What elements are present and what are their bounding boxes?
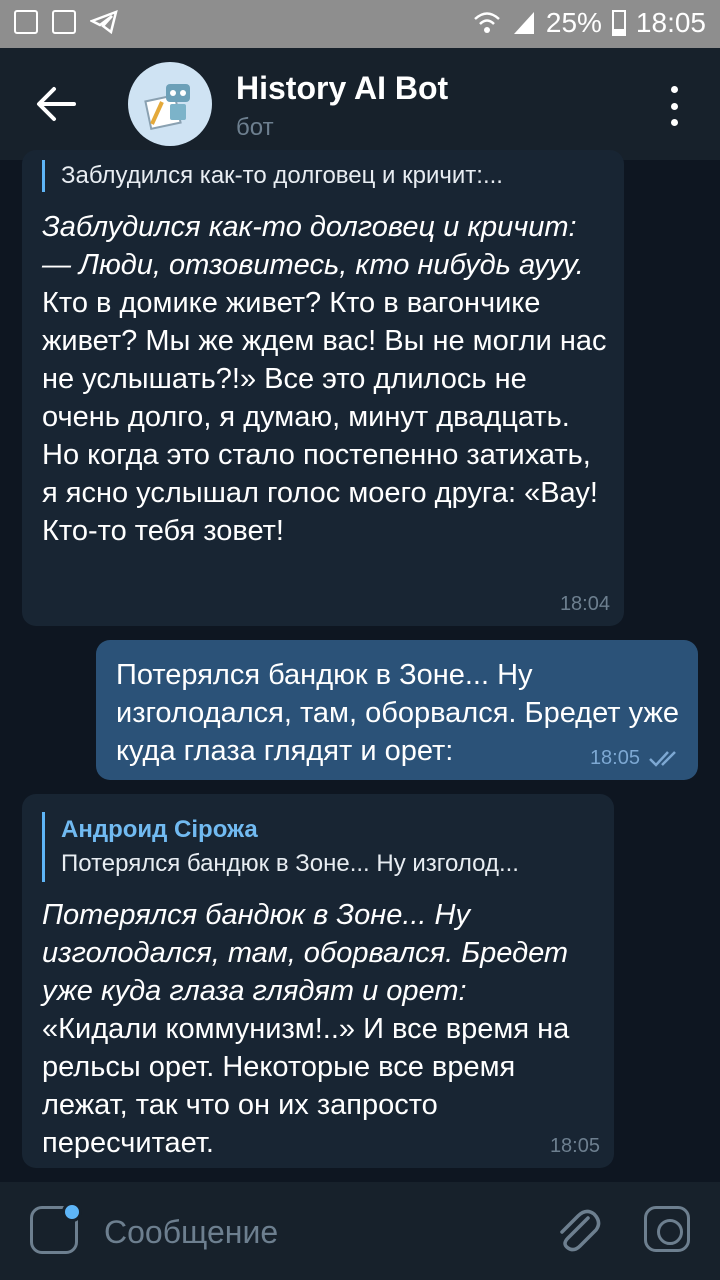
- reply-preview-text: Потерялся бандюк в Зоне... Ну изголод...: [61, 850, 519, 877]
- new-sticker-badge: [62, 1202, 82, 1222]
- robot-icon: [144, 84, 190, 130]
- attach-paperclip-icon[interactable]: [552, 1204, 602, 1254]
- message-time-label: 18:05: [589, 747, 640, 769]
- double-check-icon: [649, 750, 676, 767]
- camera-icon[interactable]: [644, 1206, 690, 1252]
- message-body: Кто в домике живет? Кто в вагончике живе…: [42, 287, 607, 547]
- status-bar: 25% 18:05: [0, 0, 720, 48]
- incoming-message[interactable]: Заблудился как-то долговец и кричит:... …: [22, 150, 624, 626]
- reply-author: Андроид Сірожа: [61, 816, 258, 843]
- android-notification-icon: [52, 10, 76, 34]
- reply-preview[interactable]: Заблудился как-то долговец и кричит:...: [42, 160, 604, 192]
- wifi-icon: [474, 12, 500, 33]
- message-text: Заблудился как-то долговец и кричит: — Л…: [42, 208, 608, 550]
- message-input[interactable]: Сообщение: [104, 1214, 278, 1251]
- battery-icon: [611, 10, 626, 36]
- message-input-bar: Сообщение: [0, 1182, 720, 1280]
- message-time: 18:05: [590, 747, 682, 770]
- signal-icon: [513, 12, 534, 34]
- system-status: 25% 18:05: [472, 7, 706, 39]
- chat-subtitle: бот: [236, 114, 274, 141]
- message-time: 18:05: [549, 1135, 600, 1157]
- bot-avatar[interactable]: [128, 62, 212, 146]
- battery-percent: 25%: [545, 7, 602, 38]
- more-menu-icon[interactable]: [668, 86, 680, 126]
- telegram-notification-icon: [90, 10, 118, 34]
- reply-preview[interactable]: Андроид Сірожа Потерялся бандюк в Зоне..…: [42, 812, 594, 882]
- reply-preview-text: Заблудился как-то долговец и кричит:...: [61, 162, 503, 189]
- back-arrow-icon[interactable]: [34, 84, 78, 124]
- chat-header: History AI Bot бот: [0, 48, 720, 160]
- outgoing-message[interactable]: Потерялся бандюк в Зоне... Ну изголодалс…: [96, 640, 698, 780]
- clock: 18:05: [635, 7, 706, 38]
- message-time: 18:04: [559, 593, 610, 615]
- quoted-italic-text: Заблудился как-то долговец и кричит: — Л…: [42, 211, 584, 281]
- incoming-message[interactable]: Андроид Сірожа Потерялся бандюк в Зоне..…: [22, 794, 614, 1168]
- chat-title[interactable]: History AI Bot: [236, 70, 448, 107]
- gallery-notification-icon: [14, 10, 38, 34]
- message-text: Потерялся бандюк в Зоне... Ну изголодалс…: [42, 896, 598, 1162]
- message-body: «Кидали коммунизм!..» И все время на рел…: [42, 1013, 570, 1159]
- notification-icons: [14, 10, 118, 34]
- quoted-italic-text: Потерялся бандюк в Зоне... Ну изголодалс…: [42, 899, 569, 1007]
